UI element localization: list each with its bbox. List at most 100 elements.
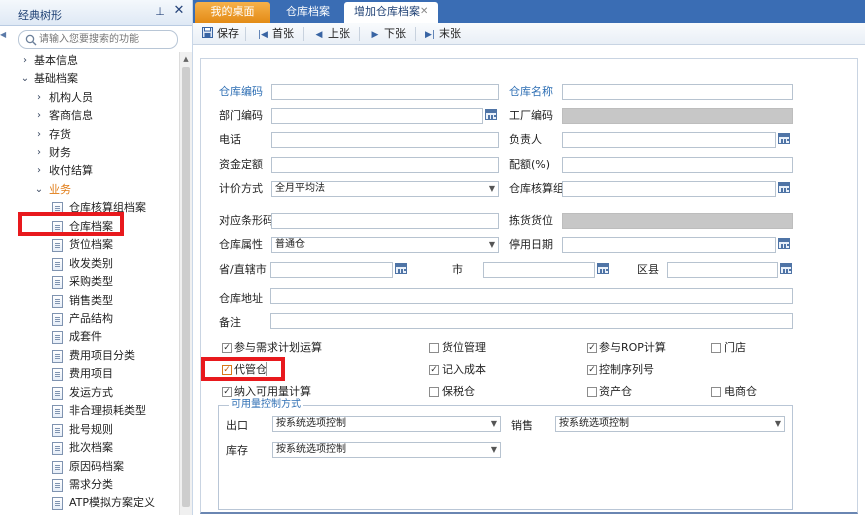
chevron-right-icon[interactable]: › [34, 144, 44, 162]
bonded-checkbox[interactable] [429, 387, 439, 397]
stop-date-input[interactable] [562, 237, 776, 253]
first-record-button[interactable]: |◀ 首张 [257, 26, 294, 42]
acct-group-input[interactable] [562, 181, 776, 197]
ecom-checkbox[interactable] [711, 387, 721, 397]
tree-item-expense-category[interactable]: 费用项目分类 [0, 347, 178, 365]
manager-input[interactable] [562, 132, 776, 148]
text-cursor [266, 362, 267, 376]
tab-my-desktop[interactable]: 我的桌面 [195, 2, 270, 23]
chevron-down-icon[interactable]: ⌄ [20, 70, 30, 88]
tab-add-warehouse[interactable]: 增加仓库档案 ✕ [344, 2, 438, 23]
tree-item-kit[interactable]: 成套件 [0, 328, 178, 346]
last-record-icon: ▶| [425, 30, 435, 40]
city-input[interactable] [483, 262, 595, 278]
warehouse-attr-select[interactable]: 普通仓 ▼ [271, 237, 499, 253]
phone-input[interactable] [271, 132, 499, 148]
last-label: 末张 [439, 27, 461, 40]
lookup-icon[interactable] [395, 263, 407, 274]
barcode-input[interactable] [271, 213, 499, 229]
document-icon [52, 497, 63, 510]
search-input[interactable] [39, 32, 173, 47]
tab-warehouse-archive[interactable]: 仓库档案 [273, 2, 343, 23]
bonded-checkbox-label: 保税仓 [442, 385, 475, 398]
scroll-thumb[interactable] [182, 67, 190, 507]
chevron-right-icon[interactable]: › [34, 126, 44, 144]
cost-checkbox[interactable]: ✓ [429, 365, 439, 375]
save-button[interactable]: 保存 [202, 26, 239, 42]
tree-item-finance[interactable]: › 财务 [0, 144, 178, 162]
tree-item-settlement[interactable]: › 收付结算 [0, 162, 178, 180]
remark-input[interactable] [270, 313, 793, 329]
tree-item-sales-type[interactable]: 销售类型 [0, 292, 178, 310]
address-input[interactable] [270, 288, 793, 304]
tree-item-org-staff[interactable]: › 机构人员 [0, 89, 178, 107]
tree-item-location-archive[interactable]: 货位档案 [0, 236, 178, 254]
tree-item-atp-scheme[interactable]: ATP模拟方案定义 [0, 494, 178, 512]
last-record-button[interactable]: ▶| 末张 [424, 26, 461, 42]
lookup-icon[interactable] [778, 182, 790, 193]
chevron-right-icon[interactable]: › [34, 107, 44, 125]
pricing-method-select[interactable]: 全月平均法 ▼ [271, 181, 499, 197]
chevron-right-icon[interactable]: › [20, 52, 30, 70]
store-checkbox-label: 门店 [724, 341, 746, 354]
tree-item-loss-type[interactable]: 非合理损耗类型 [0, 402, 178, 420]
stock-select[interactable]: 按系统选项控制 ▼ [272, 442, 501, 458]
tree-item-expense-item[interactable]: 费用项目 [0, 365, 178, 383]
warehouse-code-input[interactable] [271, 84, 499, 100]
close-icon[interactable]: ✕ [172, 4, 186, 18]
serial-checkbox[interactable]: ✓ [587, 365, 597, 375]
next-record-button[interactable]: ▶ 下张 [369, 26, 406, 42]
collapse-icon[interactable]: ◀ [0, 30, 7, 40]
close-icon[interactable]: ✕ [420, 2, 428, 22]
district-input[interactable] [667, 262, 778, 278]
province-input[interactable] [270, 262, 393, 278]
scroll-up-arrow-icon[interactable]: ▲ [180, 52, 192, 66]
search-box[interactable] [18, 30, 178, 49]
cost-checkbox-label: 记入成本 [442, 363, 486, 376]
tree-item-label: 采购类型 [69, 275, 113, 288]
tree-item-purchase-type[interactable]: 采购类型 [0, 273, 178, 291]
lookup-icon[interactable] [597, 263, 609, 274]
sales-select[interactable]: 按系统选项控制 ▼ [555, 416, 785, 432]
tree-item-inventory[interactable]: › 存货 [0, 126, 178, 144]
outbound-select[interactable]: 按系统选项控制 ▼ [272, 416, 501, 432]
tree-item-product-structure[interactable]: 产品结构 [0, 310, 178, 328]
lookup-icon[interactable] [780, 263, 792, 274]
fund-quota-input[interactable] [271, 157, 499, 173]
province-label: 省/直辖市 [219, 263, 267, 276]
tree-item-basic-info[interactable]: › 基本信息 [0, 52, 178, 70]
tree-scrollbar[interactable]: ▲ [179, 52, 192, 515]
tab-label: 增加仓库档案 [354, 5, 420, 18]
pin-icon[interactable]: ⊥ [153, 5, 167, 19]
asset-checkbox[interactable] [587, 387, 597, 397]
calendar-icon[interactable] [778, 238, 790, 249]
tree-item-io-category[interactable]: 收发类别 [0, 255, 178, 273]
store-checkbox[interactable] [711, 343, 721, 353]
first-record-icon: |◀ [258, 30, 268, 40]
lookup-icon[interactable] [485, 109, 497, 120]
tree-item-customer-vendor[interactable]: › 客商信息 [0, 107, 178, 125]
available-checkbox[interactable]: ✓ [222, 387, 232, 397]
mrp-checkbox[interactable]: ✓ [222, 343, 232, 353]
tree-item-shipping-method[interactable]: 发运方式 [0, 384, 178, 402]
quota-ratio-input[interactable] [562, 157, 793, 173]
chevron-down-icon[interactable]: ⌄ [34, 181, 44, 199]
tree-item-demand-category[interactable]: 需求分类 [0, 476, 178, 494]
tree-item-label: 收发类别 [69, 257, 113, 270]
lookup-icon[interactable] [778, 133, 790, 144]
location-mgmt-checkbox[interactable] [429, 343, 439, 353]
chevron-right-icon[interactable]: › [34, 89, 44, 107]
prev-record-button[interactable]: ◀ 上张 [313, 26, 350, 42]
document-icon [52, 331, 63, 344]
chevron-right-icon[interactable]: › [34, 162, 44, 180]
tree-item-batch-archive[interactable]: 批次档案 [0, 439, 178, 457]
dept-code-input[interactable] [271, 108, 483, 124]
tree-item-batch-rule[interactable]: 批号规则 [0, 421, 178, 439]
tree-item-reason-code[interactable]: 原因码档案 [0, 458, 178, 476]
tree-item-business[interactable]: ⌄ 业务 [0, 181, 178, 199]
next-record-icon: ▶ [371, 30, 379, 40]
rop-checkbox[interactable]: ✓ [587, 343, 597, 353]
tree-item-label: 费用项目分类 [69, 349, 135, 362]
tree-item-basic-archive[interactable]: ⌄ 基础档案 [0, 70, 178, 88]
warehouse-name-input[interactable] [562, 84, 793, 100]
